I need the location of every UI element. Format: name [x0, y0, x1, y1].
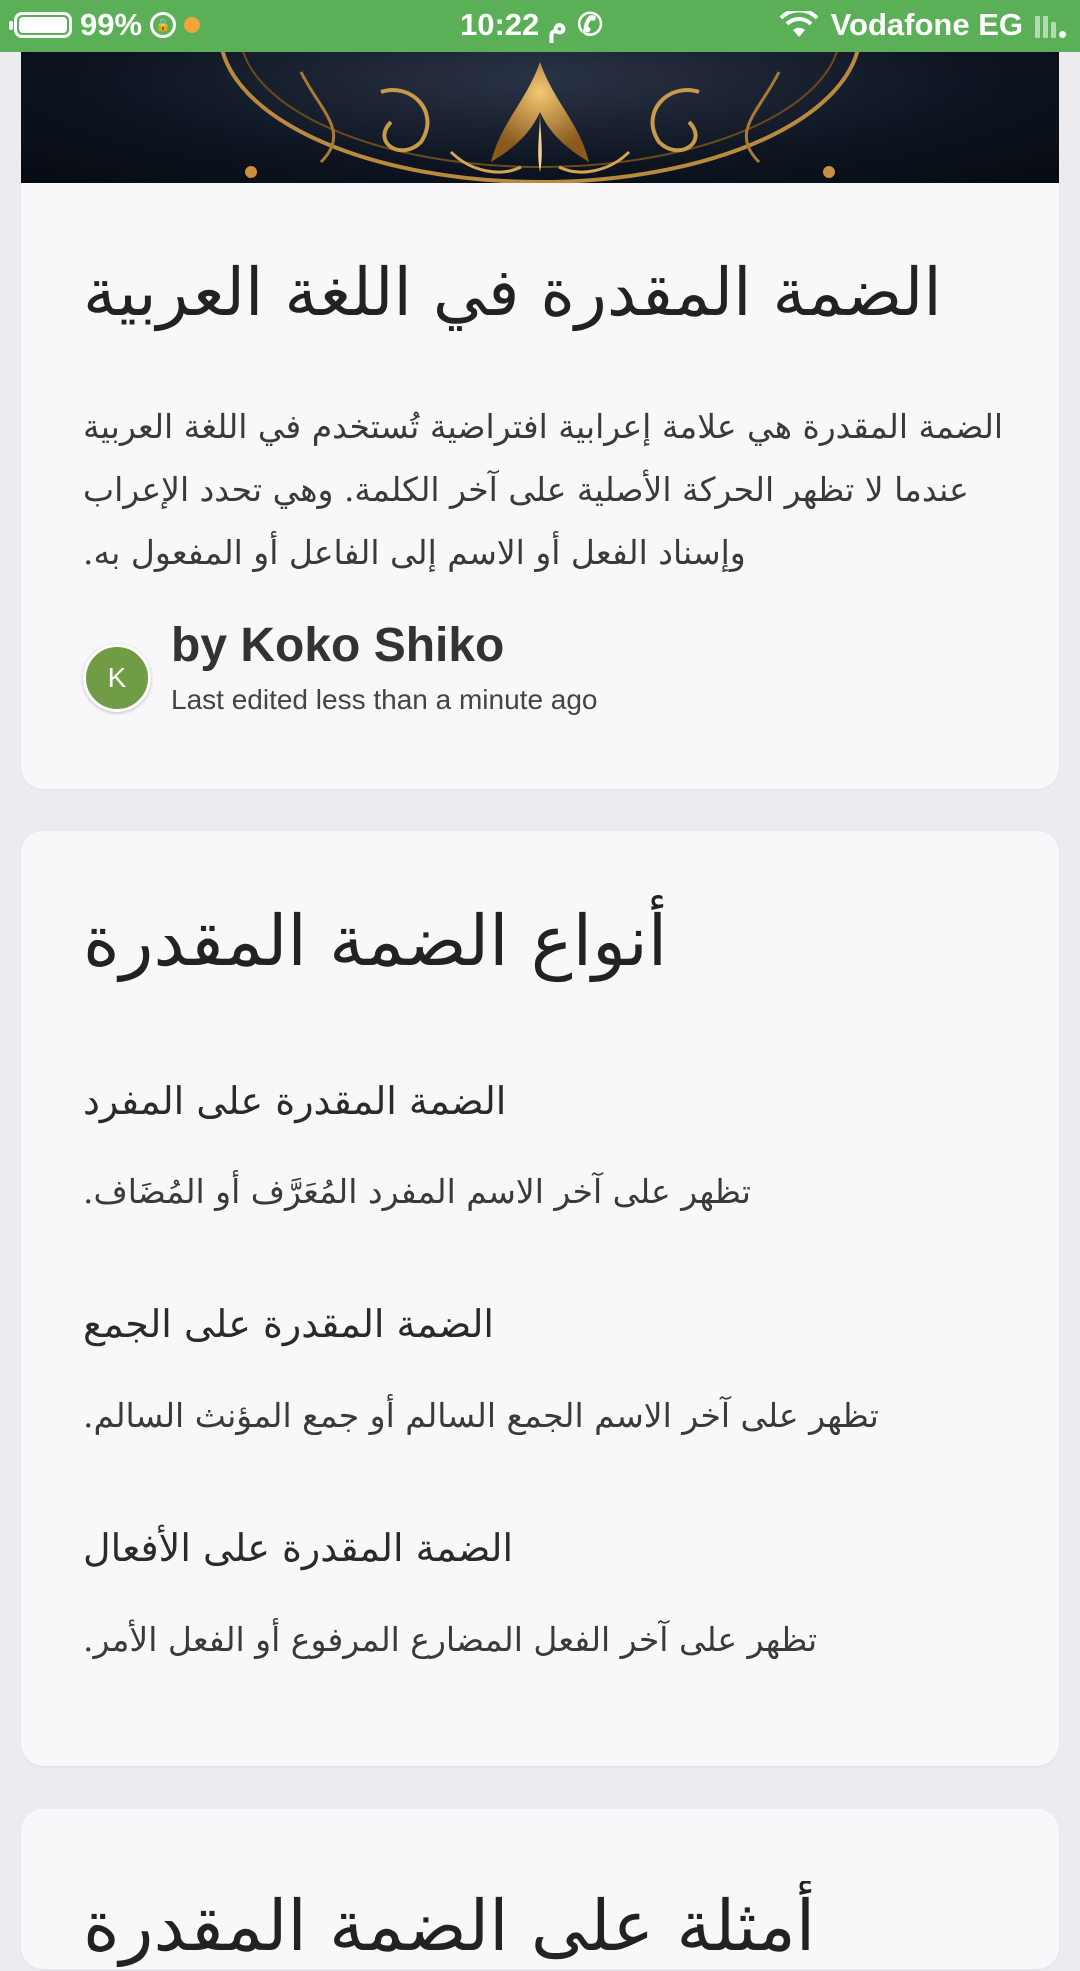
- status-center: 10:22 م ✆: [460, 7, 603, 43]
- subsection-text: تظهر على آخر الاسم المفرد المُعَرَّف أو …: [83, 1172, 751, 1211]
- clock: 10:22 م: [460, 7, 568, 42]
- cover-image: [21, 52, 1059, 183]
- wifi-icon: [779, 11, 819, 37]
- status-left: 99% 🔒: [9, 7, 201, 43]
- phone-icon: ✆: [577, 7, 604, 42]
- ornament-illustration: [220, 52, 860, 183]
- section-title: أنواع الضمة المقدرة: [83, 900, 668, 982]
- status-right: Vodafone EG: [779, 7, 1066, 43]
- document-header-card: الضمة المقدرة في اللغة العربية الضمة الم…: [21, 183, 1059, 789]
- signal-icon: [1035, 12, 1066, 38]
- document-description: الضمة المقدرة هي علامة إعرابية افتراضية …: [83, 407, 1004, 572]
- subsection-text: تظهر على آخر الفعل المضارع المرفوع أو ال…: [83, 1620, 818, 1659]
- battery-percent: 99%: [80, 7, 143, 42]
- battery-icon: [9, 12, 72, 38]
- document-title: الضمة المقدرة في اللغة العربية: [83, 254, 942, 331]
- subsection-text: تظهر على آخر الاسم الجمع السالم أو جمع ا…: [83, 1396, 879, 1435]
- status-bar: 99% 🔒 10:22 م ✆ Vodafone EG: [0, 0, 1080, 52]
- next-section-title: أمثلة على الضمة المقدرة: [83, 1885, 816, 1967]
- examples-section-card: أمثلة على الضمة المقدرة: [21, 1809, 1059, 1969]
- subsection-heading: الضمة المقدرة على المفرد: [83, 1079, 507, 1123]
- carrier-name: Vodafone EG: [830, 7, 1023, 42]
- avatar[interactable]: K: [83, 644, 151, 712]
- last-edited-text: Last edited less than a minute ago: [171, 684, 598, 715]
- types-section-card: أنواع الضمة المقدرة الضمة المقدرة على ال…: [21, 831, 1059, 1766]
- author-name[interactable]: by Koko Shiko: [171, 618, 504, 673]
- rotation-lock-icon: 🔒: [150, 12, 177, 38]
- subsection-heading: الضمة المقدرة على الأفعال: [83, 1526, 514, 1570]
- subsection-heading: الضمة المقدرة على الجمع: [83, 1302, 494, 1346]
- activity-dot-icon: [184, 17, 201, 33]
